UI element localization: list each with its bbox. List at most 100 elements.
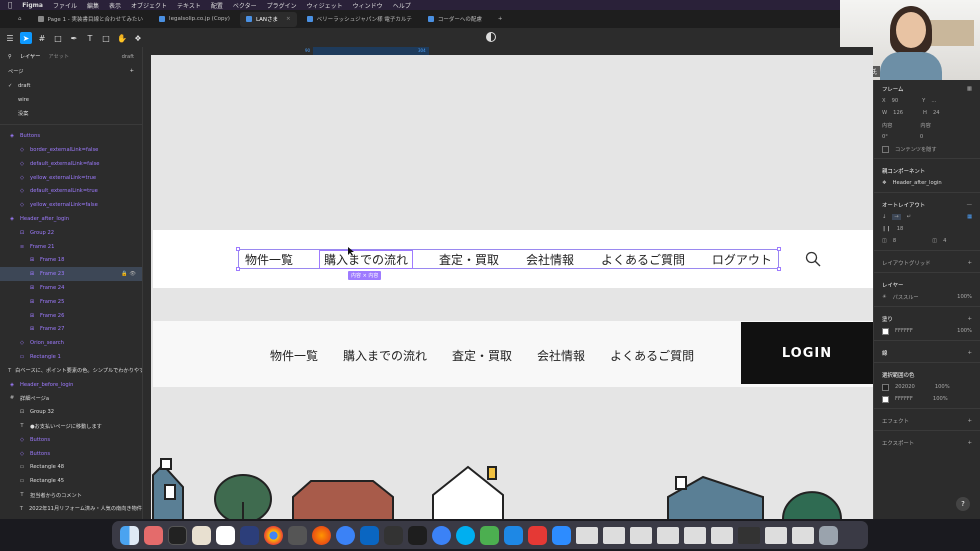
close-icon[interactable]: × [286,16,291,22]
firefox-icon[interactable] [312,525,331,545]
add-stroke-icon[interactable]: + [967,350,972,356]
lock-visibility-icon[interactable]: 🔒 👁 [121,271,136,277]
nav-item[interactable]: 会社情報 [537,347,585,364]
menu-object[interactable]: オブジェクト [131,1,167,10]
layer-row[interactable]: T 白ベースに、ポイント要素の色。シンプルでわかりやす [0,364,142,378]
layer-row[interactable]: ◇ yellow_externalLink=false [0,198,142,212]
zoom-icon[interactable] [552,525,571,545]
menubar-app-name[interactable]: Figma [22,2,43,9]
safari-icon[interactable] [336,525,355,545]
chrome-icon[interactable] [264,525,283,545]
page-item[interactable]: wire [0,93,142,107]
tab-page-1[interactable]: Page 1 - 実装書目線と合わせてみたい [32,12,150,27]
layer-row[interactable]: ◈ Header_before_login [0,378,142,392]
app-icon[interactable] [480,525,499,545]
layer-row[interactable]: T ●お支払いページに移動します [0,419,142,433]
direction-down-icon[interactable]: ↓ [882,214,886,220]
selection-color-hex[interactable]: FFFFFF [895,396,913,402]
rotation-field[interactable]: 0° [882,134,888,140]
menu-view[interactable]: 表示 [109,1,121,10]
autolayout-gap-field[interactable]: 18 [897,226,904,232]
tab-legalsolip[interactable]: legalsolip.co.jp (Copy) [153,12,236,27]
hug-width-select[interactable]: 内容 [882,122,892,129]
layer-row[interactable]: ◇ default_externalLink=false [0,157,142,171]
blend-mode-select[interactable]: パススルー [893,294,919,301]
add-export-icon[interactable]: + [967,440,972,446]
terminal-icon[interactable] [168,525,187,545]
nav-item[interactable]: 物件一覧 [270,347,318,364]
menu-plugins[interactable]: プラグイン [267,1,297,10]
skype-icon[interactable] [456,525,475,545]
window-thumbnail[interactable] [765,526,787,544]
nav-item[interactable]: 購入までの流れ [318,249,414,269]
text-tool-icon[interactable]: T [84,32,96,44]
main-menu-icon[interactable]: ☰ [4,32,16,44]
h-field[interactable]: 24 [933,110,940,116]
window-thumbnail[interactable] [603,526,625,544]
menu-text[interactable]: テキスト [177,1,201,10]
layer-row[interactable]: ⊞ Frame 24 [0,281,142,295]
layer-row[interactable]: ≡ Frame 21 [0,240,142,254]
layer-row[interactable]: ◇ Buttons [0,447,142,461]
login-button[interactable]: LOGIN [741,322,873,384]
nav-item[interactable]: 査定・買取 [452,347,512,364]
layer-row[interactable]: ⊡ Group 32 [0,405,142,419]
nav-item[interactable]: ログアウト [712,251,772,268]
selection-color-swatch[interactable] [882,395,889,403]
resize-handle[interactable] [236,247,240,251]
acrobat-icon[interactable] [528,525,547,545]
resize-handle[interactable] [777,247,781,251]
y-field[interactable]: ... [931,98,936,104]
layer-row[interactable]: ⊞ Frame 18 [0,254,142,268]
padding-h-field[interactable]: 8 [893,238,896,244]
layer-row[interactable]: ◇ Buttons [0,433,142,447]
app-icon[interactable] [240,525,259,545]
fill-opacity-field[interactable]: 100% [957,328,972,334]
help-button[interactable]: ? [956,497,970,511]
main-component-name[interactable]: Header_after_login [893,180,942,186]
hug-height-select[interactable]: 内容 [920,122,930,129]
layer-row[interactable]: ⊞ Frame 23 🔒 👁 [0,267,142,282]
vscode-icon[interactable] [360,525,379,545]
hand-tool-icon[interactable]: ✋ [116,32,128,44]
remove-autolayout-icon[interactable]: — [967,202,972,208]
menu-vector[interactable]: ベクター [233,1,257,10]
layer-row[interactable]: ⊞ Frame 25 [0,295,142,309]
menu-widgets[interactable]: ウィジェット [307,1,343,10]
selection-color-opacity[interactable]: 100% [933,396,948,402]
layer-row[interactable]: # 詳細ページa [0,392,142,406]
tab-assets[interactable]: アセット [48,53,69,60]
menu-help[interactable]: ヘルプ [393,1,411,10]
selection-color-hex[interactable]: 202020 [895,384,915,390]
window-thumbnail[interactable] [738,526,760,544]
new-tab-icon[interactable]: + [492,12,509,27]
window-thumbnail[interactable] [684,526,706,544]
layer-row[interactable]: ⊞ Frame 27 [0,323,142,337]
nav-item[interactable]: よくあるご質問 [601,251,685,268]
fill-hex-field[interactable]: FFFFFF [895,328,913,334]
tab-coder[interactable]: コーダーへの配慮 [422,12,488,27]
fill-swatch[interactable] [882,327,889,335]
nav-item[interactable]: 会社情報 [526,251,574,268]
tab-lan[interactable]: LANさま × [239,11,297,27]
nav-item[interactable]: よくあるご質問 [610,347,694,364]
clip-content-checkbox[interactable] [882,145,889,153]
app-icon[interactable] [192,525,211,545]
pen-tool-icon[interactable]: ✒ [68,32,80,44]
launchpad-icon[interactable] [144,525,163,545]
design-canvas[interactable]: 90 304 物件一覧 購入までの流れ 査定・買取 会社情報 よくあるご質問 ログアウト … [143,47,873,519]
shape-tool-icon[interactable]: □ [52,32,64,44]
frame-tool-icon[interactable]: # [36,32,48,44]
nav-item[interactable]: 物件一覧 [245,251,293,268]
slack-icon[interactable] [216,525,235,545]
layer-row[interactable]: T 担当者からのコメント [0,488,142,502]
window-thumbnail[interactable] [711,526,733,544]
resize-handle[interactable] [777,267,781,271]
radius-field[interactable]: 0 [920,134,923,140]
window-thumbnail[interactable] [792,526,814,544]
selection-color-swatch[interactable] [882,383,889,391]
layer-row[interactable]: ◇ default_externalLink=true [0,185,142,199]
menu-window[interactable]: ウィンドウ [353,1,383,10]
menu-edit[interactable]: 編集 [87,1,99,10]
move-tool-icon[interactable]: ➤ [20,32,32,44]
